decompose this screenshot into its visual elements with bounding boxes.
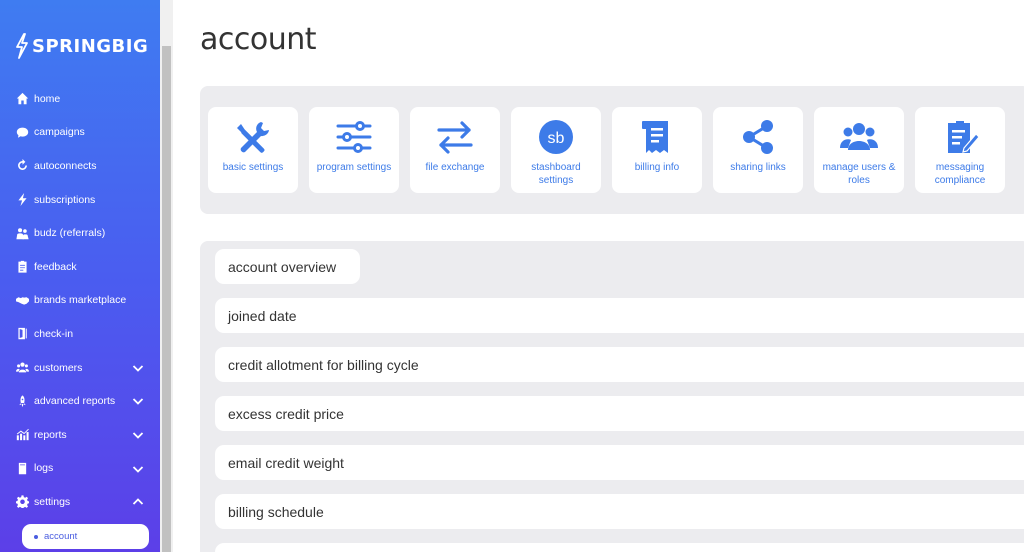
users-icon: [16, 361, 29, 374]
tile-label: billing info: [634, 162, 680, 173]
refresh-icon: [16, 159, 29, 172]
chat-icon: [16, 126, 29, 139]
sidebar-item-subscriptions[interactable]: subscriptions: [0, 183, 160, 217]
tile-billing-info[interactable]: billing info: [612, 107, 702, 193]
tile-label: manage users & roles: [822, 162, 896, 186]
sidebar-item-label: advanced reports: [34, 395, 116, 408]
sb-icon: sb: [536, 118, 576, 156]
sidebar-item-label: logs: [34, 462, 54, 475]
tile-label: program settings: [316, 162, 392, 173]
exchange-icon: [435, 118, 475, 156]
sidebar-item-brands-marketplace[interactable]: brands marketplace: [0, 284, 160, 318]
account-details-panel: account overview joined date credit allo…: [200, 241, 1024, 552]
sidebar-item-label: subscriptions: [34, 193, 96, 206]
share-icon: [738, 118, 778, 156]
sidebar-item-reports[interactable]: reports: [0, 418, 160, 452]
sidebar-item-campaigns[interactable]: campaigns: [0, 116, 160, 150]
tile-file-exchange[interactable]: file exchange: [410, 107, 500, 193]
account-row[interactable]: [215, 543, 1024, 552]
sidebar-item-customers[interactable]: customers: [0, 351, 160, 385]
home-icon: [16, 92, 29, 105]
bolt-logo-icon: [16, 33, 28, 59]
sidebar-item-home[interactable]: home: [0, 82, 160, 116]
tile-messaging-compliance[interactable]: messaging compliance: [915, 107, 1005, 193]
sidebar-item-label: brands marketplace: [34, 294, 127, 307]
sidebar: SPRINGBIG home campaigns autoconnects su…: [0, 0, 160, 552]
chevron-down-icon[interactable]: [132, 429, 144, 441]
tile-label: sharing links: [730, 162, 786, 173]
chart-icon: [16, 428, 29, 441]
chevron-down-icon[interactable]: [132, 463, 144, 475]
scrollbar-thumb[interactable]: [162, 46, 171, 552]
handshake-icon: [16, 294, 29, 307]
sidebar-item-check-in[interactable]: check-in: [0, 317, 160, 351]
account-row[interactable]: email credit weight: [215, 445, 1024, 480]
sidebar-item-label: budz (referrals): [34, 227, 106, 240]
users-icon: [839, 118, 879, 156]
account-row[interactable]: credit allotment for billing cycle: [215, 347, 1024, 382]
gear-icon: [16, 495, 29, 509]
tile-manage-users-roles[interactable]: manage users & roles: [814, 107, 904, 193]
sidebar-item-label: feedback: [34, 260, 77, 273]
tile-program-settings[interactable]: program settings: [309, 107, 399, 193]
account-row[interactable]: excess credit price: [215, 396, 1024, 431]
page-title: account: [200, 22, 317, 57]
sidebar-scrollbar[interactable]: [160, 0, 173, 552]
chevron-up-icon[interactable]: [132, 496, 144, 508]
compliance-icon: [940, 118, 980, 156]
bullet-icon: [34, 534, 38, 539]
tile-label: basic settings: [222, 162, 284, 173]
clipboard-icon: [16, 260, 29, 273]
tile-label: messaging compliance: [934, 162, 986, 186]
chevron-down-icon[interactable]: [132, 362, 144, 374]
sidebar-item-label: customers: [34, 361, 83, 374]
sidebar-item-label: check-in: [34, 327, 74, 340]
sidebar-item-budz[interactable]: budz (referrals): [0, 216, 160, 250]
settings-tiles-panel: basic settings program settings file exc…: [200, 86, 1024, 214]
svg-text:sb: sb: [548, 130, 565, 147]
account-overview-header: account overview: [215, 249, 360, 284]
tools-icon: [233, 118, 273, 156]
sidebar-item-logs[interactable]: logs: [0, 452, 160, 486]
sidebar-item-label: settings: [34, 495, 71, 508]
sidebar-item-feedback[interactable]: feedback: [0, 250, 160, 284]
sidebar-item-label: autoconnects: [34, 159, 97, 172]
sidebar-nav: home campaigns autoconnects subscription…: [0, 82, 160, 519]
log-icon: [16, 462, 29, 475]
sidebar-item-advanced-reports[interactable]: advanced reports: [0, 384, 160, 418]
rocket-icon: [16, 395, 29, 408]
sidebar-item-label: reports: [34, 428, 67, 441]
account-row[interactable]: billing schedule: [215, 494, 1024, 529]
app-root: SPRINGBIG home campaigns autoconnects su…: [0, 0, 1024, 552]
sidebar-subitem-label: account: [44, 531, 78, 542]
tile-basic-settings[interactable]: basic settings: [208, 107, 298, 193]
tile-sharing-links[interactable]: sharing links: [713, 107, 803, 193]
sidebar-item-label: campaigns: [34, 126, 85, 139]
sidebar-item-autoconnects[interactable]: autoconnects: [0, 149, 160, 183]
tile-label: file exchange: [425, 162, 485, 173]
brand-name: SPRINGBIG: [32, 35, 149, 57]
chevron-down-icon[interactable]: [132, 395, 144, 407]
sidebar-subitem-account[interactable]: account: [22, 524, 149, 549]
tile-label: stashboard settings: [531, 162, 581, 186]
account-row[interactable]: joined date: [215, 298, 1024, 333]
tile-stashboard-settings[interactable]: sb stashboard settings: [511, 107, 601, 193]
sidebar-item-settings[interactable]: settings: [0, 485, 160, 519]
door-icon: [16, 327, 29, 340]
brand-logo[interactable]: SPRINGBIG: [14, 33, 148, 59]
people-icon: [16, 227, 29, 240]
sliders-icon: [334, 118, 374, 156]
bolt-icon: [16, 193, 29, 207]
receipt-icon: [637, 118, 677, 156]
sidebar-item-label: home: [34, 92, 61, 105]
